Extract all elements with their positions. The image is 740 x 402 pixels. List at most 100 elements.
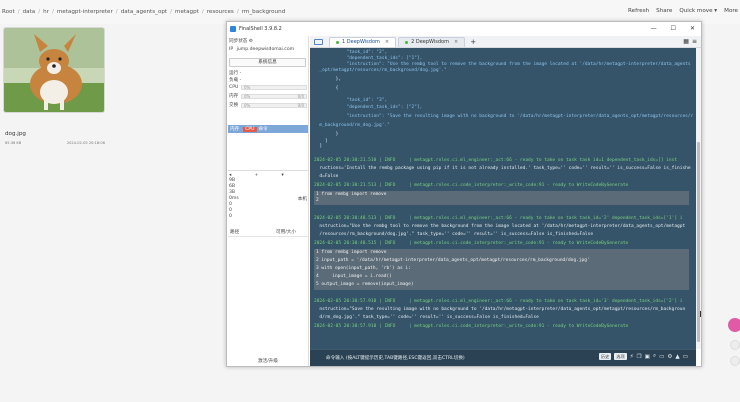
disk-col-path[interactable]: 路径: [230, 229, 260, 235]
proc-col-memory[interactable]: 内存: [230, 126, 239, 132]
close-tab-icon[interactable]: ×: [454, 39, 458, 45]
scroll-up-icon[interactable]: ▲: [675, 354, 679, 360]
breadcrumb-hr[interactable]: hr: [43, 9, 49, 15]
network-add-icon[interactable]: +: [254, 173, 258, 178]
latency-header: 0ms 本机: [229, 196, 307, 202]
log-line: ructions='Install the rembg package usin…: [314, 166, 691, 171]
floating-tool-icon[interactable]: [730, 340, 740, 350]
ip-value[interactable]: jump.deepwisdomai.com: [237, 47, 295, 52]
breadcrumb-rm-background[interactable]: rm_background: [242, 9, 286, 15]
uptime-row: 运行 -: [229, 71, 242, 76]
share-button[interactable]: Share: [656, 8, 672, 14]
cpu-value: 0%: [244, 84, 251, 90]
swap-value: 0%: [244, 102, 251, 108]
lightning-icon[interactable]: ⚡: [630, 354, 634, 360]
code-line: 5 output_image = remove(input_image): [316, 282, 414, 287]
log-line: nstruction="Save the resulting image wit…: [314, 307, 686, 312]
gear-icon[interactable]: ⚙: [667, 354, 672, 360]
tab-label: 2 DeepWisdom: [411, 39, 449, 45]
options-button[interactable]: 选项: [614, 353, 627, 360]
maximize-icon[interactable]: ☐: [671, 25, 676, 32]
breadcrumb-data[interactable]: data: [23, 9, 36, 15]
log-line: 2024-02-05 20:30:21.510 | INFO | metagpt…: [314, 158, 678, 163]
cpu-meter: CPU 0%: [229, 84, 307, 90]
add-tab-icon[interactable]: +: [470, 38, 476, 46]
network-values: 9B 6B 3B: [229, 178, 235, 196]
log-line: d/rm_dog.jpg'." task_type='' code='' res…: [314, 315, 539, 320]
command-input-bar[interactable]: 命令输入 (按ALT键提示历史,TAB键路径,ESC键返回,双击CTRL切换) …: [310, 349, 696, 366]
latency-values: 0 0 0: [229, 202, 232, 220]
sync-status-label: 同步状态: [229, 39, 248, 44]
terminal-line: "instruction": "Save the resulting image…: [314, 114, 694, 119]
terminal-scrollbar[interactable]: [696, 48, 701, 349]
breadcrumb-data-agents-opt[interactable]: data_agents_opt: [121, 9, 167, 15]
close-icon[interactable]: ✕: [690, 25, 695, 32]
cpu-bar: 0%: [241, 84, 307, 90]
code-block: 1 from rembg import remove 2 input_path …: [314, 249, 689, 290]
file-name[interactable]: dog.jpg: [5, 131, 26, 137]
proc-col-cpu[interactable]: CPU: [243, 126, 257, 132]
more-button[interactable]: More: [724, 8, 738, 14]
breadcrumb-root[interactable]: Root: [2, 9, 15, 15]
tab-session-2[interactable]: 2 DeepWisdom ×: [398, 36, 466, 47]
floating-assistant-icon[interactable]: [728, 318, 740, 332]
terminal-line: },: [314, 77, 342, 82]
close-tab-icon[interactable]: ×: [385, 39, 389, 45]
refresh-button[interactable]: Refresh: [628, 8, 649, 14]
memory-bar: 0% 0/0: [241, 93, 307, 99]
connected-dot-icon: [405, 40, 409, 44]
floating-tool-icon[interactable]: [730, 356, 740, 366]
log-line: 2024-02-05 20:30:57.910 | INFO | metagpt…: [314, 324, 629, 329]
activate-upgrade-link[interactable]: 激活/升级: [227, 358, 309, 364]
menu-icon[interactable]: ≡: [692, 38, 697, 45]
network-controls: ◂ + ▾: [229, 173, 307, 178]
tab-session-1[interactable]: 1 DeepWisdom ×: [329, 36, 397, 47]
tab-label: 1 DeepWisdom: [342, 39, 380, 45]
copy-icon[interactable]: ❐: [637, 354, 642, 360]
log-line: d=False: [314, 174, 339, 179]
command-input[interactable]: 命令输入 (按ALT键提示历史,TAB键路径,ESC键返回,双击CTRL切换): [326, 355, 465, 361]
window-title: FinalShell 3.9.8.2: [239, 26, 282, 32]
proc-col-command[interactable]: 命令: [259, 126, 268, 132]
gear-icon[interactable]: ⚙: [249, 39, 253, 44]
latency-value: 0: [229, 214, 232, 219]
minimize-icon[interactable]: —: [651, 25, 657, 32]
file-meta: 65.36 KB 2024-02-05 20:18:06: [5, 141, 105, 145]
paste-icon[interactable]: ▣: [645, 354, 650, 360]
log-line: 2024-02-05 20:30:21.513 | INFO | metagpt…: [314, 183, 629, 188]
code-line: 3 with open(input_path, 'rb') as i:: [316, 266, 411, 271]
latency-host[interactable]: 本机: [298, 196, 307, 202]
terminal-line: "task_id": "3",: [314, 98, 388, 103]
history-button[interactable]: 历史: [598, 353, 612, 360]
folder-icon[interactable]: ▭: [659, 354, 664, 360]
ip-label: IP: [229, 47, 234, 52]
command-bar-tools: 历史 选项 ⚡ ❐ ▣ ⌕ ▭ ⚙ ▲ ▭: [598, 353, 688, 360]
file-size: 65.36 KB: [5, 141, 22, 145]
app-icon: [230, 26, 236, 32]
top-actions: Refresh Share Quick move ▾ More: [628, 8, 738, 14]
file-thumbnail[interactable]: [3, 27, 105, 113]
quick-move-button[interactable]: Quick move ▾: [679, 8, 717, 14]
folder-icon[interactable]: [314, 38, 323, 45]
server-monitor-panel: 同步状态 ⚙ IP jump.deepwisdomai.com 系统信息 运行 …: [227, 36, 309, 366]
dog-photo: [4, 28, 104, 112]
search-icon[interactable]: ⌕: [653, 353, 656, 360]
breadcrumb-resources[interactable]: resources: [207, 9, 234, 15]
breadcrumb-metagpt-interpreter[interactable]: metagpt-interpreter: [57, 9, 113, 15]
breadcrumb-metagpt[interactable]: metagpt: [175, 9, 199, 15]
disk-col-available[interactable]: 可用/大小: [276, 229, 296, 235]
memory-label: 内存: [229, 94, 239, 99]
pin-icon[interactable]: ▭: [683, 354, 688, 360]
log-line: 2024-02-05 20:30:48.515 | INFO | metagpt…: [314, 241, 629, 246]
terminal-line: }: [314, 132, 339, 137]
log-line: 2024-02-05 20:30:48.513 | INFO | metagpt…: [314, 216, 683, 221]
window-controls: — ☐ ✕: [651, 25, 695, 32]
terminal-output[interactable]: "task_id": "2", "dependent_task_ids": ["…: [310, 48, 696, 349]
network-dropdown-icon[interactable]: ▾: [282, 173, 284, 178]
session-tab-bar: 1 DeepWisdom × 2 DeepWisdom × + ▦ ≡: [310, 36, 701, 48]
code-block: 1 from rembg import remove 2: [314, 191, 689, 205]
window-titlebar[interactable]: FinalShell 3.9.8.2 — ☐ ✕: [227, 22, 701, 36]
sync-status[interactable]: 同步状态 ⚙: [229, 38, 253, 44]
system-info-button[interactable]: 系统信息: [229, 58, 306, 67]
grid-view-icon[interactable]: ▦: [683, 38, 689, 45]
